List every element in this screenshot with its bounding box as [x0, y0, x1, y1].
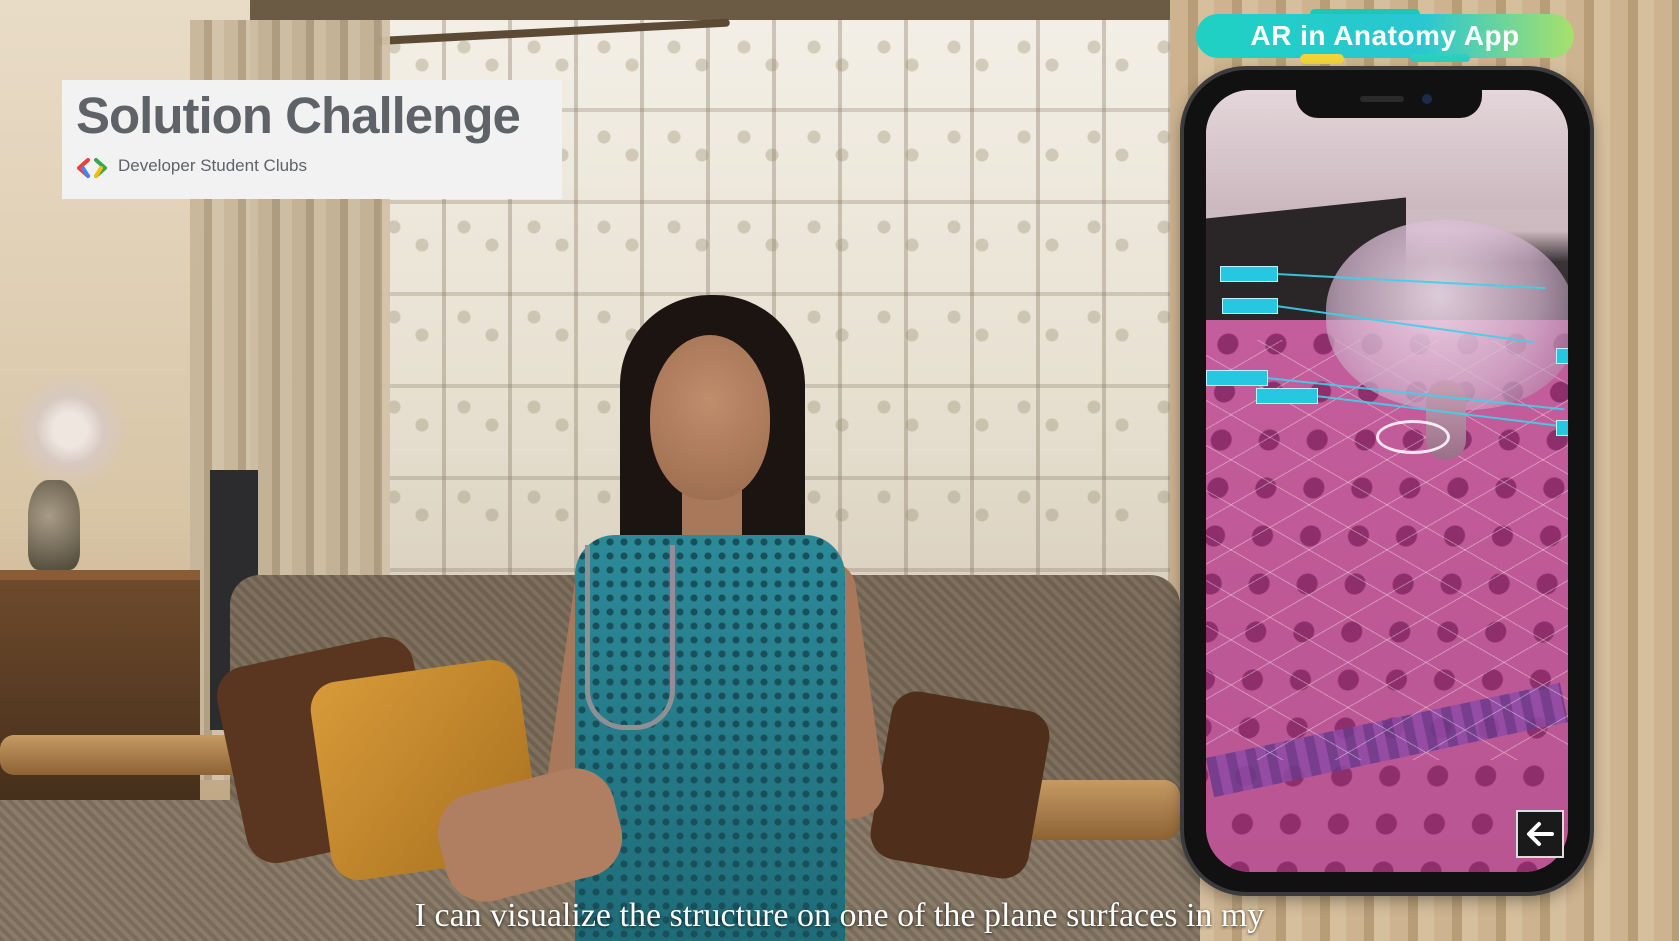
app-banner-title: AR in Anatomy App — [1250, 20, 1520, 51]
pillow-right — [866, 687, 1054, 883]
ar-anatomy-label[interactable] — [1206, 370, 1268, 386]
logo-subtitle: Developer Student Clubs — [118, 156, 308, 175]
ar-anatomy-label[interactable] — [1256, 388, 1318, 404]
phone-camera — [1422, 94, 1432, 104]
vase — [28, 480, 80, 570]
solution-challenge-logo: Solution Challenge Developer Student Clu… — [62, 80, 562, 199]
back-arrow-button[interactable] — [1516, 810, 1564, 858]
ar-anatomy-label[interactable] — [1556, 348, 1568, 364]
logo-title: Solution Challenge — [76, 87, 521, 144]
sofa-armrest-left — [0, 735, 250, 775]
ar-anatomy-label[interactable] — [1220, 266, 1278, 282]
arrow-left-icon — [1527, 822, 1554, 846]
presenter-face — [650, 335, 770, 500]
stethoscope — [585, 545, 675, 730]
placement-reticle — [1376, 420, 1450, 454]
phone-speaker — [1360, 96, 1404, 102]
ar-anatomy-label[interactable] — [1556, 420, 1568, 436]
ar-anatomy-label[interactable] — [1222, 298, 1278, 314]
ar-camera-view[interactable] — [1206, 90, 1568, 872]
video-caption: I can visualize the structure on one of … — [414, 897, 1265, 934]
flowers — [10, 370, 130, 490]
gdsc-logo-icon — [77, 158, 107, 178]
